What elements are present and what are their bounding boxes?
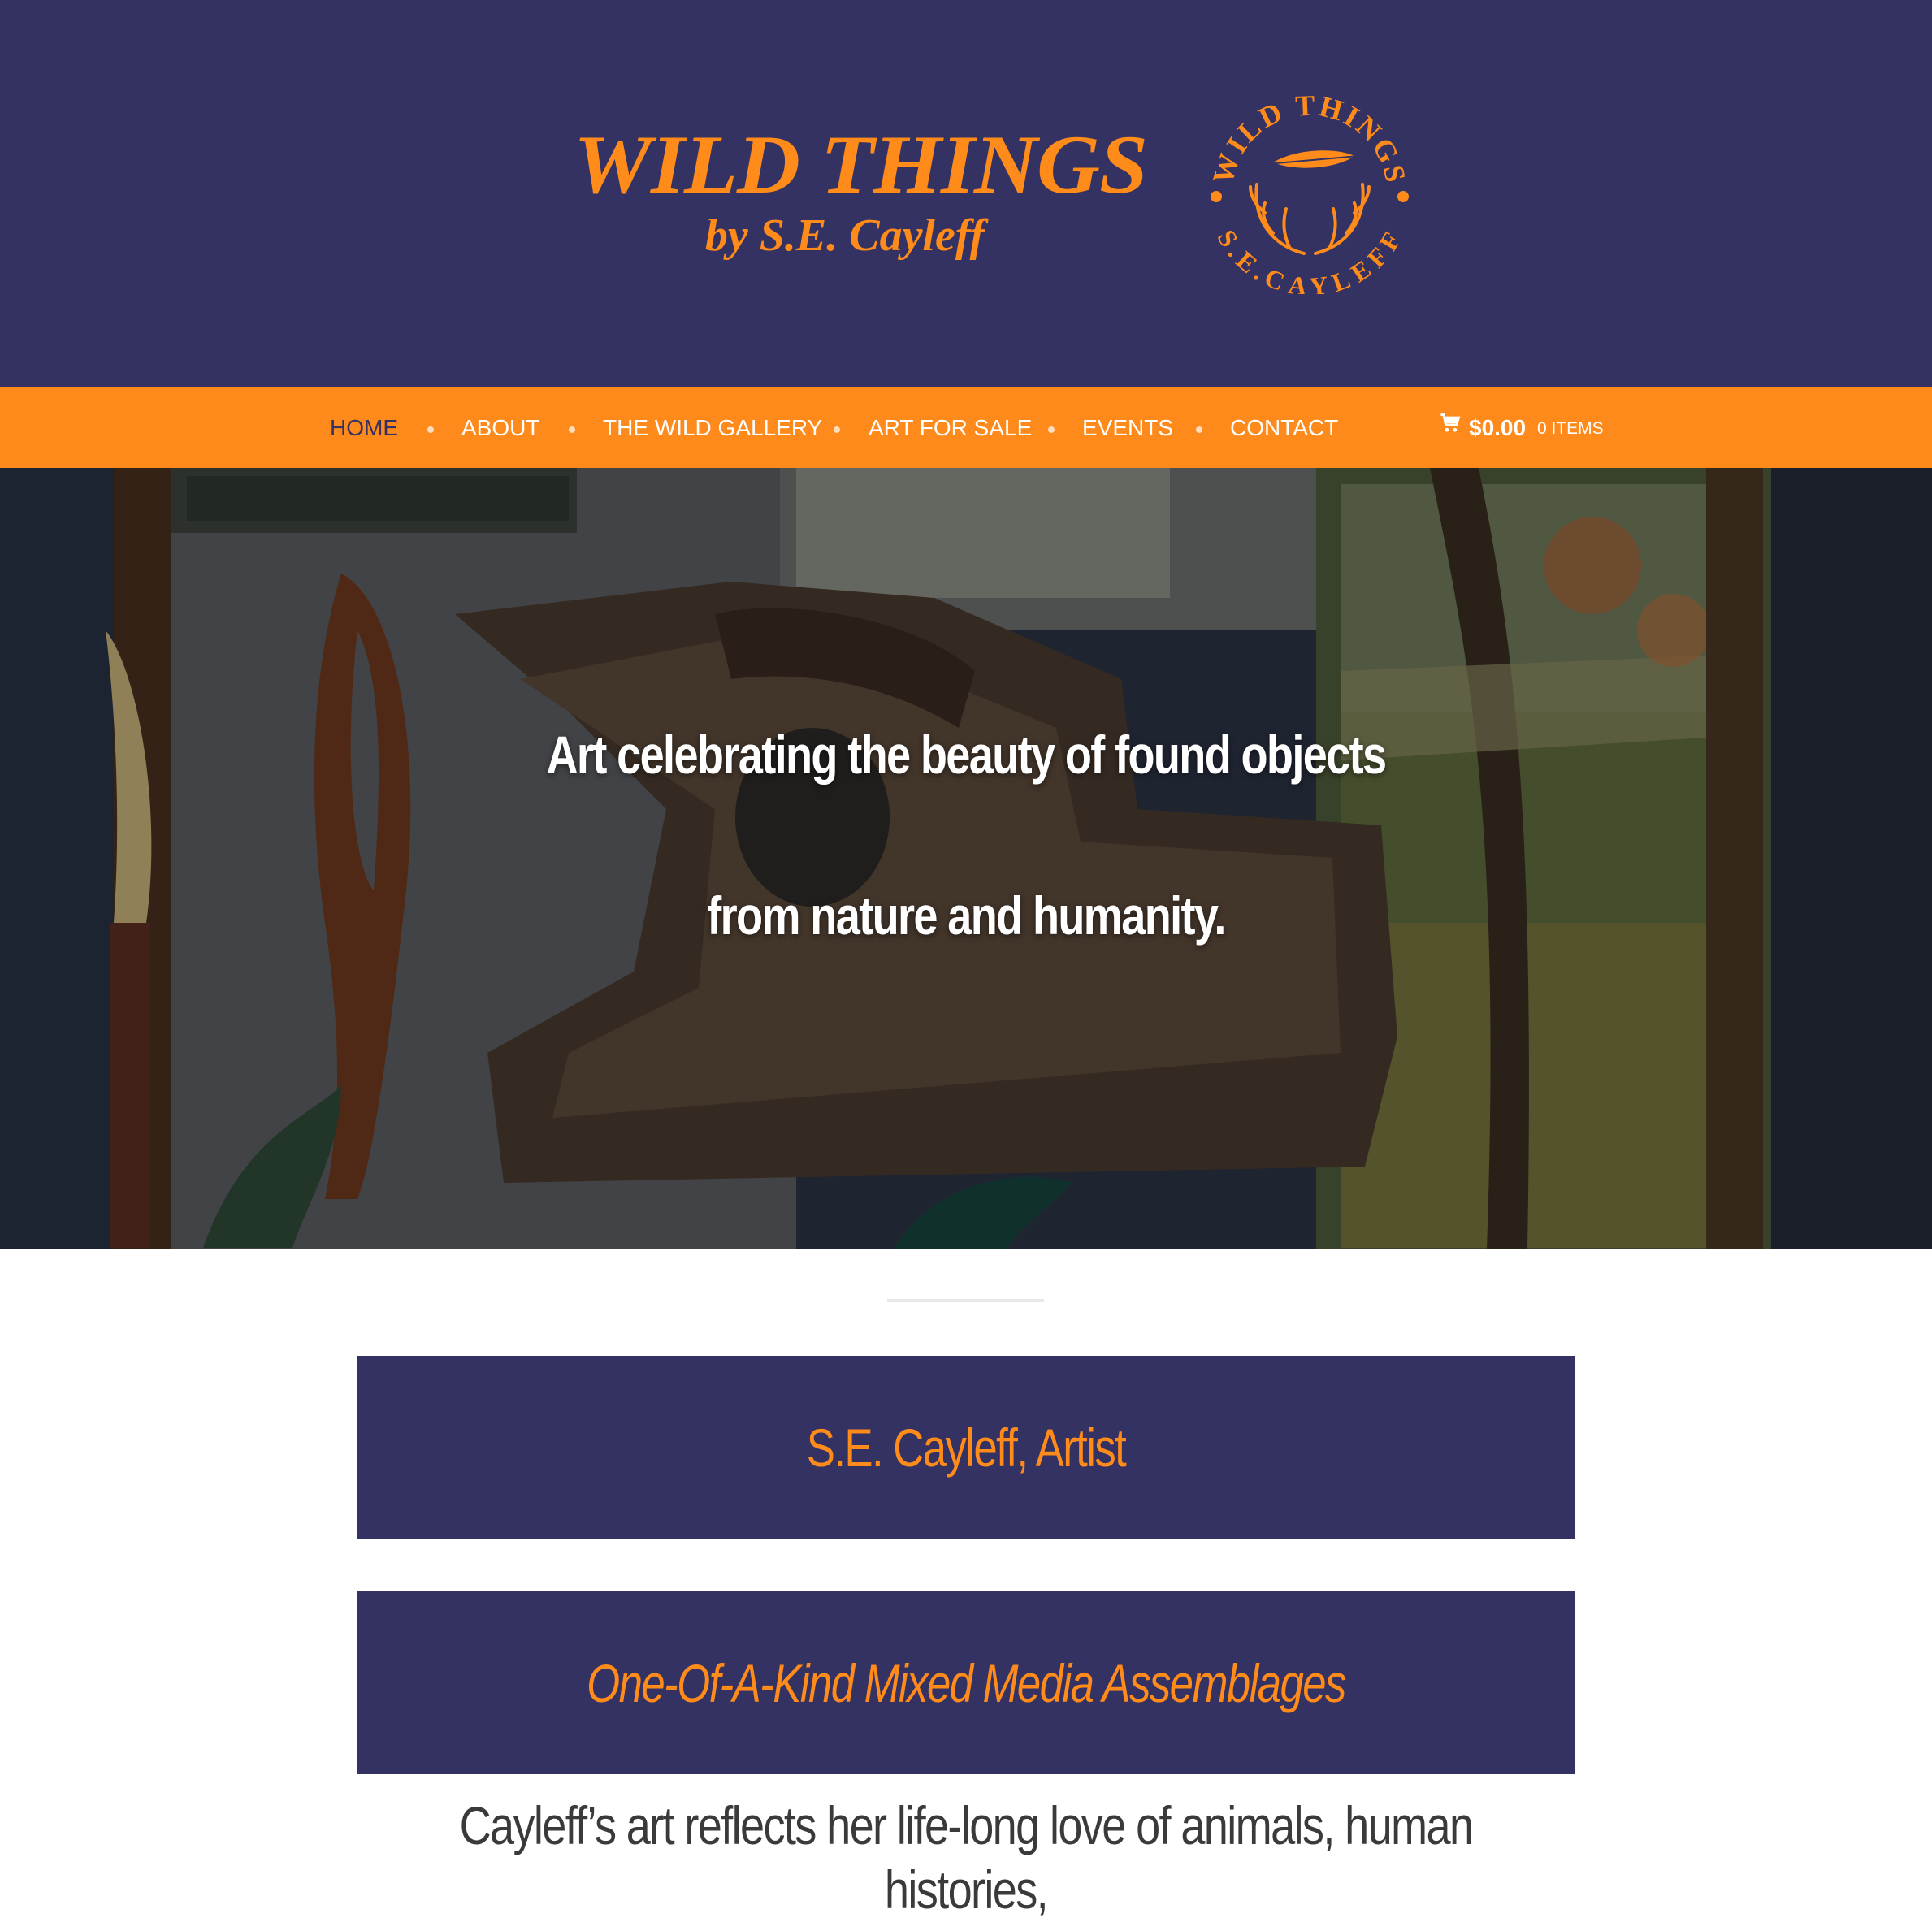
feather-icon (1266, 150, 1359, 168)
nav-item-home[interactable]: HOME (330, 413, 398, 443)
nav-item-contact[interactable]: CONTACT (1230, 413, 1338, 443)
seal-bottom-text: S.E.CAYLEFF (1211, 225, 1405, 294)
seal-logo[interactable]: WILD THINGS S.E.CAYLEFF (1208, 91, 1411, 294)
nav-separator (569, 426, 575, 433)
seal-top-text: WILD THINGS (1208, 91, 1410, 188)
site-title[interactable]: WILD THINGS (539, 123, 1181, 208)
cart-total[interactable]: $0.00 (1469, 413, 1526, 443)
main-nav: HOME ABOUT THE WILD GALLERY ART FOR SALE… (0, 387, 1932, 468)
tagline-heading: One-Of-A-Kind Mixed Media Assemblages (587, 1653, 1346, 1713)
tagline-banner: One-Of-A-Kind Mixed Media Assemblages (357, 1591, 1575, 1774)
nav-item-wild-gallery[interactable]: THE WILD GALLERY (603, 413, 822, 443)
hero-headline-line1: Art celebrating the beauty of found obje… (546, 725, 1387, 785)
intro-paragraph: Cayleff’s art reflects her life-long lov… (459, 1795, 1474, 1920)
artist-banner: S.E. Cayleff, Artist (357, 1356, 1575, 1539)
artist-heading: S.E. Cayleff, Artist (806, 1418, 1127, 1478)
section-divider (887, 1299, 1044, 1302)
antlers-icon (1249, 183, 1371, 255)
nav-separator (834, 426, 840, 433)
hero-banner: Art celebrating the beauty of found obje… (0, 468, 1932, 1249)
hero-headline-line2: from nature and humanity. (707, 885, 1226, 946)
nav-item-art-for-sale[interactable]: ART FOR SALE (869, 413, 1032, 443)
cart-count[interactable]: 0 ITEMS (1537, 418, 1604, 440)
site-subtitle[interactable]: by S.E. Cayleff (634, 213, 1056, 258)
svg-text:S.E.CAYLEFF: S.E.CAYLEFF (1211, 225, 1407, 294)
nav-item-about[interactable]: ABOUT (461, 413, 539, 443)
site-header: WILD THINGS by S.E. Cayleff WILD THINGS … (0, 0, 1932, 387)
hero-background-image (0, 468, 1932, 1249)
svg-text:WILD THINGS: WILD THINGS (1208, 91, 1411, 188)
nav-separator (1048, 426, 1055, 433)
nav-separator (1196, 426, 1202, 433)
cart-icon[interactable] (1439, 411, 1462, 435)
nav-item-events[interactable]: EVENTS (1082, 413, 1173, 443)
nav-separator (427, 426, 434, 433)
